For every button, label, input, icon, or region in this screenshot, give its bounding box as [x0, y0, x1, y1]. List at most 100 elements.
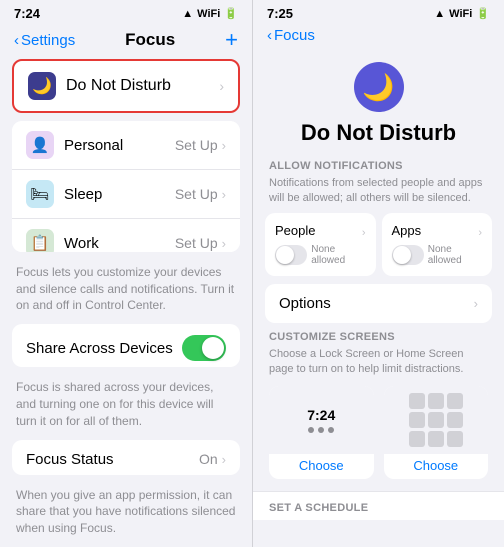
sleep-item[interactable]: 🛏 Sleep Set Up ›	[12, 170, 240, 219]
share-across-devices-toggle[interactable]	[182, 335, 226, 361]
allow-notifications-section: ALLOW NOTIFICATIONS Notifications from s…	[265, 160, 492, 276]
focus-status-row[interactable]: Focus Status On ›	[12, 440, 240, 475]
apps-sub: None allowed	[428, 244, 482, 266]
focus-back-button[interactable]: ‹ Focus	[267, 27, 490, 44]
share-across-devices-label: Share Across Devices	[26, 340, 182, 357]
personal-action: Set Up	[175, 137, 218, 153]
dnd-label: Do Not Disturb	[66, 77, 219, 95]
personal-icon: 👤	[26, 131, 54, 159]
app-icon-4	[409, 412, 425, 428]
right-status-icons: ▲ WiFi 🔋	[434, 7, 490, 20]
left-time: 7:24	[14, 6, 40, 21]
options-label: Options	[279, 295, 474, 312]
home-screen-card[interactable]: Choose	[384, 386, 489, 479]
focus-status-section: Focus Status On ›	[12, 440, 240, 475]
left-status-bar: 7:24 ▲ WiFi 🔋	[0, 0, 252, 25]
r-signal-icon: ▲	[434, 8, 445, 20]
customize-screens-section: CUSTOMIZE SCREENS Choose a Lock Screen o…	[253, 331, 504, 487]
right-nav-bar: ‹ Focus	[253, 25, 504, 52]
customize-screens-title: CUSTOMIZE SCREENS	[269, 331, 488, 343]
home-grid	[405, 389, 467, 451]
lock-screen-card[interactable]: 7:24 Choose	[269, 386, 374, 479]
dot-3	[328, 427, 334, 433]
personal-item[interactable]: 👤 Personal Set Up ›	[12, 121, 240, 170]
dnd-title: Do Not Disturb	[301, 120, 456, 146]
sleep-label: Sleep	[64, 186, 175, 203]
r-battery-icon: 🔋	[476, 7, 490, 20]
share-across-devices-row[interactable]: Share Across Devices	[12, 324, 240, 367]
app-icon-5	[428, 412, 444, 428]
lock-screen-choose-button[interactable]: Choose	[299, 454, 344, 475]
sleep-chevron-icon: ›	[222, 187, 226, 202]
dot-2	[318, 427, 324, 433]
wifi-icon: WiFi	[197, 8, 220, 20]
people-label: People	[275, 223, 315, 238]
set-a-schedule-title: SET A SCHEDULE	[269, 502, 488, 514]
share-description: Focus is shared across your devices, and…	[0, 375, 252, 439]
people-apps-cards: People › None allowed Apps › None allowe…	[265, 213, 492, 276]
options-row[interactable]: Options ›	[265, 284, 492, 323]
people-card[interactable]: People › None allowed	[265, 213, 376, 276]
focus-items-list: 👤 Personal Set Up › 🛏 Sleep Set Up › 📋 W…	[12, 121, 240, 252]
share-across-devices-section: Share Across Devices	[12, 324, 240, 367]
dot-1	[308, 427, 314, 433]
people-toggle[interactable]	[275, 245, 307, 265]
battery-icon: 🔋	[224, 7, 238, 20]
left-nav-bar: ‹ Settings Focus +	[0, 25, 252, 59]
app-icon-2	[428, 393, 444, 409]
customize-screens-desc: Choose a Lock Screen or Home Screen page…	[269, 347, 488, 378]
apps-chevron-icon: ›	[478, 227, 482, 239]
home-screen-preview	[384, 386, 489, 454]
allow-notifications-desc: Notifications from selected people and a…	[265, 176, 492, 213]
options-chevron-icon: ›	[474, 296, 478, 311]
focus-status-chevron-icon: ›	[222, 452, 226, 467]
app-icon-7	[409, 431, 425, 447]
do-not-disturb-item[interactable]: 🌙 Do Not Disturb ›	[12, 59, 240, 113]
lock-dots	[308, 427, 334, 433]
app-icon-8	[428, 431, 444, 447]
personal-chevron-icon: ›	[222, 138, 226, 153]
lock-screen-preview: 7:24	[269, 386, 374, 454]
people-chevron-icon: ›	[362, 227, 366, 239]
personal-label: Personal	[64, 137, 175, 154]
left-nav-title: Focus	[125, 30, 175, 50]
sleep-icon: 🛏	[26, 180, 54, 208]
apps-label: Apps	[392, 223, 422, 238]
apps-card[interactable]: Apps › None allowed	[382, 213, 493, 276]
work-label: Work	[64, 235, 175, 252]
work-chevron-icon: ›	[222, 236, 226, 251]
right-status-bar: 7:25 ▲ WiFi 🔋	[253, 0, 504, 25]
r-back-chevron-icon: ‹	[267, 27, 272, 44]
set-a-schedule-bar: SET A SCHEDULE	[253, 491, 504, 520]
add-focus-button[interactable]: +	[225, 29, 238, 51]
lock-time: 7:24	[307, 407, 335, 423]
people-toggle-row: None allowed	[275, 244, 366, 266]
dnd-header: 🌙 Do Not Disturb	[253, 52, 504, 160]
left-panel: 7:24 ▲ WiFi 🔋 ‹ Settings Focus + 🌙 Do No…	[0, 0, 252, 547]
work-icon: 📋	[26, 229, 54, 252]
home-screen-choose-button[interactable]: Choose	[413, 454, 458, 475]
focus-status-label: Focus Status	[26, 451, 199, 468]
people-sub: None allowed	[311, 244, 365, 266]
r-wifi-icon: WiFi	[449, 8, 472, 20]
app-icon-9	[447, 431, 463, 447]
right-panel: 7:25 ▲ WiFi 🔋 ‹ Focus 🌙 Do Not Disturb A…	[252, 0, 504, 547]
focus-status-description: When you give an app permission, it can …	[0, 483, 252, 547]
right-time: 7:25	[267, 6, 293, 21]
sleep-action: Set Up	[175, 186, 218, 202]
focus-status-value: On	[199, 451, 218, 467]
dnd-moon-icon: 🌙	[354, 62, 404, 112]
work-action: Set Up	[175, 235, 218, 251]
work-item[interactable]: 📋 Work Set Up ›	[12, 219, 240, 252]
settings-back-button[interactable]: ‹ Settings	[14, 32, 75, 49]
allow-notifications-title: ALLOW NOTIFICATIONS	[265, 160, 492, 176]
apps-toggle-row: None allowed	[392, 244, 483, 266]
screens-row: 7:24 Choose	[253, 386, 504, 479]
dnd-icon: 🌙	[28, 72, 56, 100]
app-icon-1	[409, 393, 425, 409]
back-chevron-icon: ‹	[14, 32, 19, 49]
dnd-chevron-icon: ›	[219, 78, 224, 94]
signal-icon: ▲	[182, 8, 193, 20]
apps-toggle[interactable]	[392, 245, 424, 265]
app-icon-6	[447, 412, 463, 428]
